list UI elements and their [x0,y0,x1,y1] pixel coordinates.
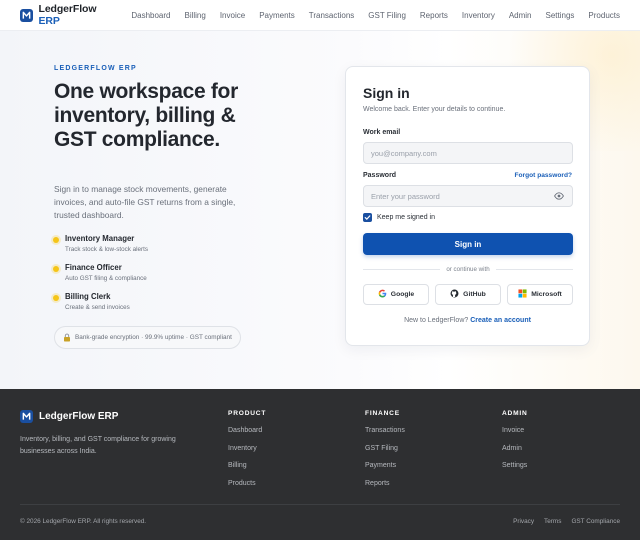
hero-headline: One workspace for inventory, billing & G… [54,80,238,151]
google-icon [378,289,387,300]
hero-lead: Sign in to manage stock movements, gener… [54,184,236,220]
footer-brand[interactable]: LedgerFlow ERP [20,410,118,423]
role-item: Inventory Manager Track stock & low-stoc… [53,234,148,263]
nav-link-inventory[interactable]: Inventory [462,11,495,20]
legal-links: Privacy Terms GST Compliance [513,518,620,525]
nav-link-gst-filing[interactable]: GST Filing [368,11,406,20]
footer-link-invoice[interactable]: Invoice [502,427,528,445]
footer-description: Inventory, billing, and GST compliance f… [20,436,176,455]
checkmark-icon [363,213,372,222]
ledgerflow-logo-icon [20,410,33,423]
footer-column-admin: ADMIN Invoice Admin Settings [502,410,528,480]
footer-column-product: PRODUCT Dashboard Inventory Billing Prod… [228,410,266,497]
bullet-dot-icon [53,266,59,272]
lock-icon [63,329,71,347]
trust-text: Bank-grade encryption · 99.9% uptime · G… [75,334,232,341]
microsoft-label: Microsoft [531,291,562,298]
role-list: Inventory Manager Track stock & low-stoc… [53,234,148,321]
footer-column-heading: FINANCE [365,410,400,417]
divider-text: or continue with [446,266,490,273]
footer-link-products[interactable]: Products [228,480,266,498]
password-label: Password [363,172,397,179]
nav-link-products[interactable]: Products [588,11,620,20]
password-placeholder: Enter your password [371,191,440,201]
role-subtitle: Create & send invoices [65,304,130,311]
role-subtitle: Track stock & low-stock alerts [65,246,149,253]
role-item: Finance Officer Auto GST filing & compli… [53,263,148,292]
brand[interactable]: LedgerFlow ERP [20,3,117,27]
password-field[interactable]: Enter your password [363,185,573,207]
terms-link[interactable]: Terms [544,518,561,525]
brand-name: LedgerFlow ERP [38,3,97,27]
footer-link-inventory[interactable]: Inventory [228,445,266,463]
nav-links: Dashboard Billing Invoice Payments Trans… [117,11,620,20]
email-field[interactable]: you@company.com [363,142,573,164]
footer-link-dashboard[interactable]: Dashboard [228,427,266,445]
sign-in-button[interactable]: Sign in [363,233,573,255]
microsoft-icon [518,289,527,300]
nav-link-dashboard[interactable]: Dashboard [131,11,170,20]
google-label: Google [390,291,415,298]
nav-link-reports[interactable]: Reports [420,11,448,20]
email-label: Work email [363,129,401,136]
github-button[interactable]: GitHub [435,284,501,305]
footer: LedgerFlow ERP Inventory, billing, and G… [0,389,640,540]
footer-column-finance: FINANCE Transactions GST Filing Payments… [365,410,405,497]
footer-link-reports[interactable]: Reports [365,480,405,498]
footer-link-settings[interactable]: Settings [502,462,528,480]
gst-compliance-link[interactable]: GST Compliance [571,518,620,525]
bullet-dot-icon [53,295,59,301]
eye-icon[interactable] [554,192,564,202]
role-title: Inventory Manager [65,234,135,243]
keep-signed-in-label: Keep me signed in [377,214,435,221]
footer-column-heading: PRODUCT [228,410,267,417]
trust-badge: Bank-grade encryption · 99.9% uptime · G… [54,326,241,349]
github-label: GitHub [463,291,486,298]
role-title: Finance Officer [65,263,122,272]
bullet-dot-icon [53,237,59,243]
signin-subtitle: Welcome back. Enter your details to cont… [363,106,506,113]
footer-column-heading: ADMIN [502,410,528,417]
role-title: Billing Clerk [65,292,111,301]
footer-link-billing[interactable]: Billing [228,462,266,480]
forgot-password-link[interactable]: Forgot password? [514,172,572,179]
footer-link-transactions[interactable]: Transactions [365,427,405,445]
hero-eyebrow: LEDGERFLOW ERP [54,65,137,72]
microsoft-button[interactable]: Microsoft [507,284,573,305]
nav-link-settings[interactable]: Settings [546,11,575,20]
nav-link-invoice[interactable]: Invoice [220,11,245,20]
footer-link-gst-filing[interactable]: GST Filing [365,445,405,463]
copyright: © 2026 LedgerFlow ERP. All rights reserv… [20,518,147,525]
create-account-link[interactable]: Create an account [470,317,531,324]
nav-link-billing[interactable]: Billing [184,11,205,20]
github-icon [450,289,459,300]
nav-link-payments[interactable]: Payments [259,11,295,20]
nav-link-admin[interactable]: Admin [509,11,532,20]
keep-signed-in-checkbox[interactable]: Keep me signed in [363,213,435,222]
signup-prompt: New to LedgerFlow? Create an account [404,317,531,324]
hero-section: LEDGERFLOW ERP One workspace for invento… [0,31,640,389]
role-subtitle: Auto GST filing & compliance [65,275,147,282]
signin-title: Sign in [363,85,410,101]
role-item: Billing Clerk Create & send invoices [53,292,148,321]
nav-link-transactions[interactable]: Transactions [309,11,355,20]
footer-brand-name: LedgerFlow ERP [39,411,119,422]
footer-divider [20,504,620,505]
ledgerflow-logo-icon [20,8,33,22]
divider: or continue with [363,266,573,273]
google-button[interactable]: Google [363,284,429,305]
footer-link-payments[interactable]: Payments [365,462,405,480]
social-login-buttons: Google GitHub Microsoft [363,284,573,305]
privacy-link[interactable]: Privacy [513,518,534,525]
signin-card: Sign in Welcome back. Enter your details… [345,66,590,346]
top-navigation: LedgerFlow ERP Dashboard Billing Invoice… [0,0,640,31]
footer-link-admin[interactable]: Admin [502,445,528,463]
